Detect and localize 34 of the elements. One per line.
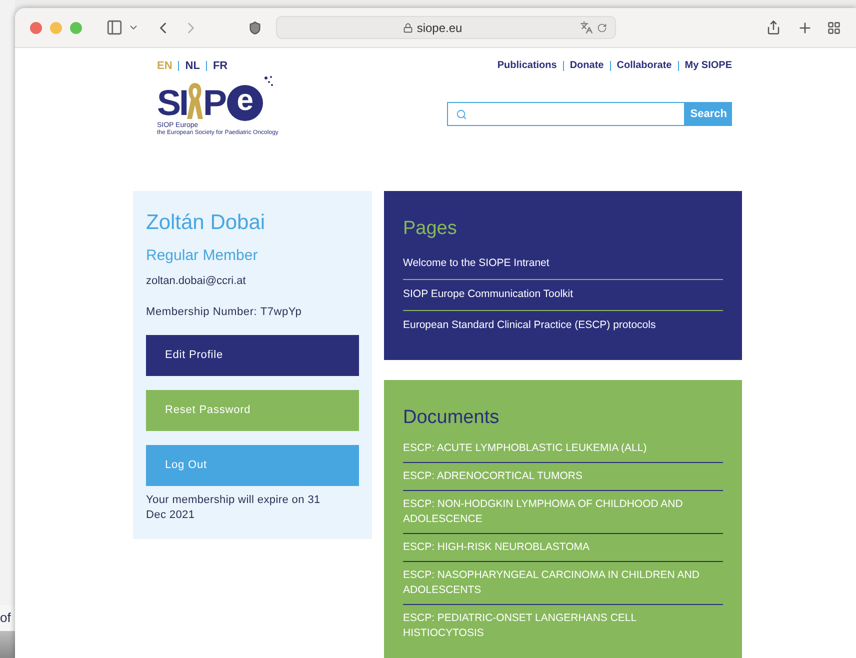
tab-overview-icon[interactable]: [827, 20, 841, 34]
documents-title: Documents: [403, 406, 500, 430]
sidebar-icon[interactable]: [106, 19, 123, 36]
profile-button[interactable]: Edit Profile: [146, 334, 359, 376]
background-text: of: [0, 605, 15, 631]
close-window-button[interactable]: [30, 22, 42, 34]
page-link[interactable]: European Standard Clinical Practice (ESCP) protocols: [403, 310, 723, 340]
lock-icon: [402, 22, 413, 32]
shield-icon[interactable]: [248, 20, 262, 34]
siope-logo[interactable]: SI P e: [157, 78, 278, 120]
member-name: Zoltán Dobai: [146, 210, 266, 236]
logo-emblem: e: [227, 84, 264, 120]
search-icon: [456, 108, 468, 120]
nav-link[interactable]: Publications: [497, 58, 557, 73]
membership-type: Regular Member: [146, 246, 259, 266]
nav-link[interactable]: Donate: [570, 58, 604, 73]
page-link[interactable]: Welcome to the SIOPE Intranet: [403, 249, 723, 280]
pages-title: Pages: [403, 216, 458, 240]
address-bar[interactable]: siope.eu: [276, 16, 616, 39]
language-link[interactable]: NL: [185, 58, 200, 74]
share-icon[interactable]: [766, 20, 781, 35]
membership-number: Membership Number: T7wpYp: [146, 305, 303, 320]
page-link[interactable]: SIOP Europe Communication Toolkit: [403, 280, 723, 310]
new-tab-icon[interactable]: [797, 20, 813, 36]
language-link[interactable]: FR: [212, 58, 228, 74]
search-field[interactable]: [447, 102, 686, 126]
member-email: zoltan.dobai@ccri.at: [146, 274, 247, 288]
translate-icon[interactable]: [580, 21, 593, 34]
nav-link[interactable]: Collaborate: [616, 58, 672, 73]
address-text: siope.eu: [416, 20, 462, 36]
reload-icon[interactable]: [597, 22, 607, 32]
stars-icon: [263, 74, 274, 86]
nav-link[interactable]: My SIOPE: [684, 58, 732, 73]
expiry-notice: Your membership will expire on 31 Dec 2021: [146, 492, 322, 522]
